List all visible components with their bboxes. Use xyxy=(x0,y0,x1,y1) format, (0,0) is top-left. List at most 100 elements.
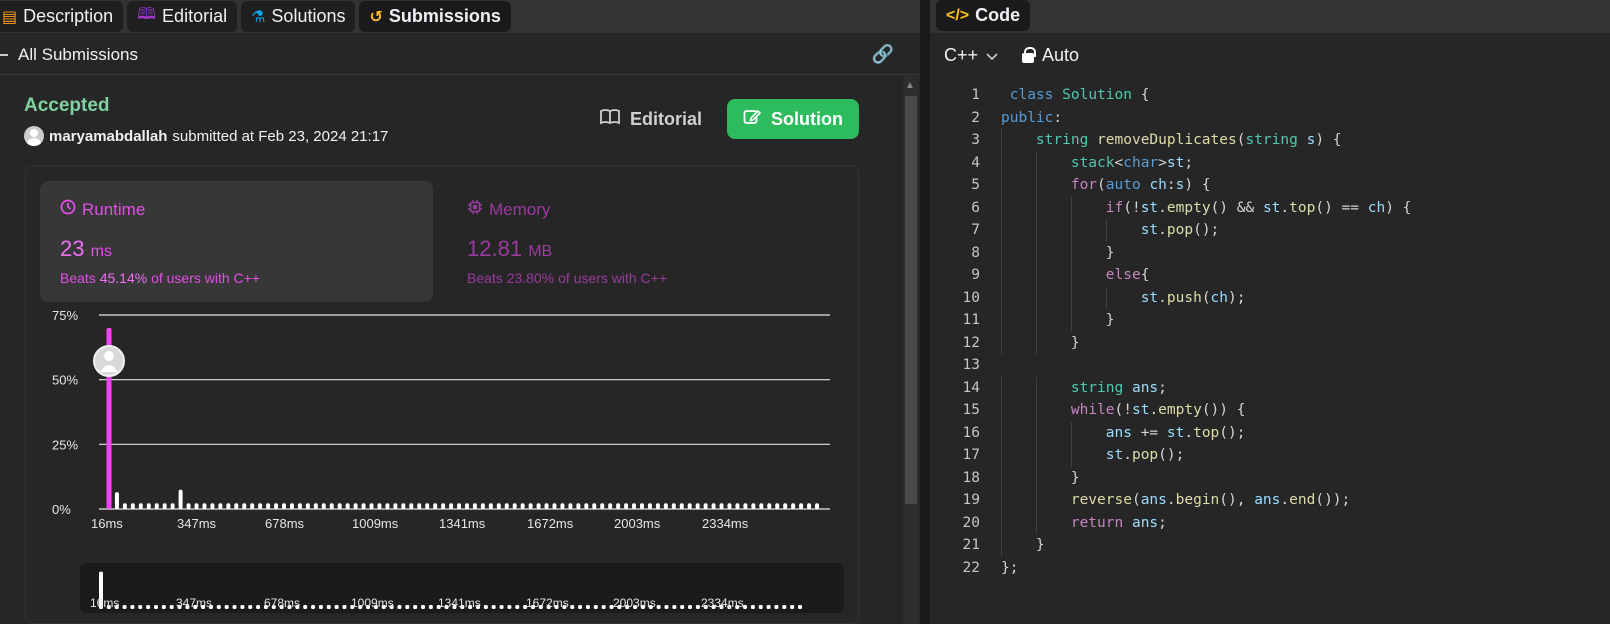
bar xyxy=(759,503,764,509)
editorial-button[interactable]: Editorial xyxy=(600,100,702,138)
code-text: while(!st.empty()) { xyxy=(1070,402,1246,418)
link-icon[interactable]: 🔗 xyxy=(872,44,894,65)
bar xyxy=(345,503,350,509)
scrollbar-thumb[interactable] xyxy=(905,96,917,504)
memory-stat[interactable]: Memory 12.81 MB Beats 23.80% of users wi… xyxy=(447,181,840,302)
code-line[interactable]: 12 } xyxy=(930,331,1610,354)
code-line[interactable]: 10 st.push(ch); xyxy=(930,286,1610,309)
mini-bar xyxy=(318,605,323,609)
tab-code[interactable]: </> Code xyxy=(936,0,1031,31)
x-tick-label: 2334ms xyxy=(702,516,749,531)
x-tick-label: 1672ms xyxy=(527,516,574,531)
code-line[interactable]: 17 st.pop(); xyxy=(930,444,1610,467)
tab-submissions[interactable]: ↺ Submissions xyxy=(359,1,511,32)
runtime-beats: Beats 45.14% of users with C++ xyxy=(60,270,413,286)
bar xyxy=(703,503,708,509)
bar xyxy=(552,503,557,509)
runtime-value: 23 xyxy=(60,236,85,261)
code-text: string removeDuplicates(string s) { xyxy=(1035,132,1342,148)
bar xyxy=(162,503,167,509)
bar xyxy=(632,503,637,509)
panel-divider[interactable] xyxy=(920,0,930,624)
mini-bar xyxy=(656,605,661,609)
bar xyxy=(647,503,652,509)
code-editor[interactable]: 1 class Solution {2 public: 3 string remov… xyxy=(930,84,1610,579)
bar xyxy=(218,503,223,509)
code-line[interactable]: 20 return ans; xyxy=(930,511,1610,534)
mini-bar xyxy=(248,605,253,609)
mini-bar xyxy=(413,605,418,609)
code-line[interactable]: 19 reverse(ans.begin(), ans.end()); xyxy=(930,489,1610,512)
x-tick-label: 678ms xyxy=(265,516,305,531)
code-line[interactable]: 2 public: xyxy=(930,107,1610,130)
runtime-distribution-chart[interactable]: 75% 50% 25% 0% 16ms 347ms 678ms 1009ms 1341ms 167… xyxy=(40,310,840,550)
bar xyxy=(401,503,406,509)
mini-bar xyxy=(774,605,779,609)
code-text: for(auto ch:s) { xyxy=(1070,177,1211,193)
code-line[interactable]: 5 for(auto ch:s) { xyxy=(930,174,1610,197)
code-line[interactable]: 15 while(!st.empty()) { xyxy=(930,399,1610,422)
line-number: 14 xyxy=(962,379,980,396)
all-submissions-title[interactable]: All Submissions xyxy=(18,45,138,65)
auto-mode[interactable]: Auto xyxy=(1022,45,1079,66)
avatar[interactable] xyxy=(24,126,44,146)
code-line[interactable]: 8 } xyxy=(930,241,1610,264)
bar xyxy=(433,503,438,509)
bar xyxy=(305,503,310,509)
line-number: 18 xyxy=(962,469,980,486)
description-panel: ▤ Description 🕮 Editorial ⚗ Solutions ↺ … xyxy=(0,0,920,624)
submissions-subheader: All Submissions 🔗 xyxy=(0,35,920,75)
code-text: } xyxy=(1001,537,1045,553)
x-tick-label: 1009ms xyxy=(352,516,399,531)
mini-bar xyxy=(397,605,402,609)
code-line[interactable]: 7 st.pop(); xyxy=(930,219,1610,242)
beats-suffix: of users with C++ xyxy=(558,270,668,286)
bar xyxy=(417,503,422,509)
mini-bar xyxy=(672,605,677,609)
code-text: class Solution { xyxy=(1009,87,1150,103)
language-select[interactable]: C++ xyxy=(944,45,998,66)
flask-icon: ⚗ xyxy=(251,8,266,26)
scroll-up-icon[interactable]: ▲ xyxy=(905,80,915,91)
code-line[interactable]: 16 ans += st.top(); xyxy=(930,421,1610,444)
bar xyxy=(186,503,191,509)
mini-x-tick-label: 347ms xyxy=(176,596,212,610)
code-line[interactable]: 14 string ans; xyxy=(930,376,1610,399)
code-line[interactable]: 22}; xyxy=(930,557,1610,580)
runtime-stat[interactable]: Runtime 23 ms Beats 45.14% of users with… xyxy=(40,181,433,302)
tab-solutions[interactable]: ⚗ Solutions xyxy=(241,1,356,32)
tab-description[interactable]: ▤ Description xyxy=(0,1,124,32)
solution-button[interactable]: Solution xyxy=(727,99,859,139)
code-line[interactable]: 18 } xyxy=(930,466,1610,489)
code-line[interactable]: 1 class Solution { xyxy=(930,84,1610,107)
bar xyxy=(258,503,263,509)
bar xyxy=(496,503,501,509)
bar xyxy=(592,503,597,509)
bar xyxy=(329,503,334,509)
back-icon[interactable] xyxy=(0,54,8,56)
bar xyxy=(210,503,215,509)
code-line[interactable]: 4 stack<char>st; xyxy=(930,151,1610,174)
username[interactable]: maryamabdallah xyxy=(49,128,167,145)
code-line[interactable]: 6 if(!st.empty() && st.top() == ch) { xyxy=(930,196,1610,219)
mini-x-tick-label: 2334ms xyxy=(701,596,744,610)
tab-editorial[interactable]: 🕮 Editorial xyxy=(127,1,238,32)
tab-label: Description xyxy=(23,6,114,26)
memory-value: 12.81 xyxy=(467,236,523,261)
runtime-unit: ms xyxy=(90,243,112,260)
x-tick-label: 2003ms xyxy=(614,516,661,531)
mini-bar xyxy=(570,605,575,609)
code-line[interactable]: 9 else{ xyxy=(930,264,1610,287)
code-line[interactable]: 3 string removeDuplicates(string s) { xyxy=(930,129,1610,152)
mini-bar xyxy=(695,605,700,609)
editor-toolbar: C++ Auto xyxy=(944,45,1079,66)
y-tick-label: 25% xyxy=(52,437,78,452)
tab-label: Submissions xyxy=(388,6,501,26)
bar xyxy=(457,503,462,509)
code-tab-label: Code xyxy=(975,5,1021,25)
code-line[interactable]: 11 } xyxy=(930,309,1610,332)
mini-distribution-chart[interactable]: 16ms 347ms 678ms 1009ms 1341ms 1672ms 2003ms 23… xyxy=(80,563,844,613)
code-line[interactable]: 21 } xyxy=(930,534,1610,557)
code-line[interactable]: 13 xyxy=(930,354,1610,377)
bar xyxy=(122,503,127,509)
